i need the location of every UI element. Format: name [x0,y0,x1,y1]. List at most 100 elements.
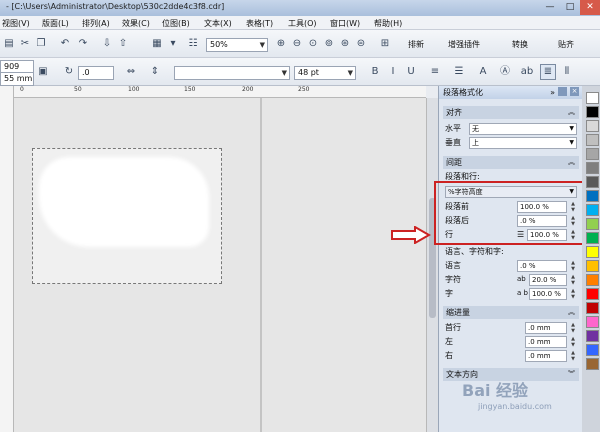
language-field[interactable]: .0 % [517,260,567,272]
color-swatch[interactable] [586,344,599,356]
menu-help[interactable]: 帮助(H) [374,18,402,29]
undo-icon[interactable]: ↶ [58,37,72,51]
spinner-icon[interactable]: ▲ ▼ [569,288,577,300]
watermark-logo: Bai 经验 [462,381,529,400]
color-swatch[interactable] [586,260,599,272]
spinner-icon[interactable]: ▲ ▼ [569,260,577,272]
menu-window[interactable]: 窗口(W) [330,18,360,29]
spinner-icon[interactable]: ▲ ▼ [569,322,577,334]
copy-icon[interactable]: ❐ [34,37,48,51]
menu-text[interactable]: 文本(X) [204,18,232,29]
color-swatch[interactable] [586,232,599,244]
spinner-icon[interactable]: ▲ ▼ [569,336,577,348]
spacing-header-label: 间距 [446,158,462,167]
menu-view[interactable]: 视图(V) [2,18,30,29]
menu-effects[interactable]: 效果(C) [122,18,150,29]
vertical-scrollbar[interactable] [426,98,438,432]
vertical-text-icon[interactable]: ⦀ [560,65,574,79]
redacted-text-object[interactable] [39,157,209,247]
italic-icon[interactable]: I [386,65,400,79]
color-swatch[interactable] [586,176,599,188]
arrange-button[interactable]: 排新 [408,38,424,52]
rotation-field[interactable]: .0 [78,66,114,80]
color-swatch[interactable] [586,106,599,118]
char-field[interactable]: 20.0 % [529,274,567,286]
left-indent-field[interactable]: .0 mm [525,336,567,348]
spinner-icon[interactable]: ▲ ▼ [569,350,577,362]
alignment-section-header[interactable]: 对齐 ︽ [443,106,579,119]
drawing-canvas[interactable] [14,98,426,432]
color-swatch[interactable] [586,330,599,342]
vertical-align-select[interactable]: 上 ▼ [469,137,577,149]
minimize-button[interactable]: — [540,0,560,15]
horizontal-align-select[interactable]: 无 ▼ [469,123,577,135]
zoom-fit-icon[interactable]: ⊙ [306,37,320,51]
page-frame[interactable] [32,148,222,284]
corel-online-icon[interactable]: ☷ [186,37,200,51]
font-size-select[interactable]: 48 pt ▼ [294,66,356,80]
collapse-icon[interactable]: » [550,86,555,99]
snap-to-button[interactable]: 贴齐 [558,38,574,52]
color-swatch[interactable] [586,288,599,300]
alignment-header-label: 对齐 [446,108,462,117]
align-icon[interactable]: ≡ [428,65,442,79]
bold-icon[interactable]: B [368,65,382,79]
bullet-icon[interactable]: ☰ [452,65,466,79]
close-button[interactable]: ✕ [580,0,600,15]
zoom-select[interactable]: 50% ▼ [206,38,268,52]
color-swatch[interactable] [586,274,599,286]
menu-arrange[interactable]: 排列(A) [82,18,110,29]
snap-icon[interactable]: ⊞ [378,37,392,51]
menu-bitmaps[interactable]: 位图(B) [162,18,190,29]
cut-icon[interactable]: ✂ [18,37,32,51]
maximize-button[interactable]: □ [560,0,580,15]
menu-tools[interactable]: 工具(O) [288,18,317,29]
indent-section-header[interactable]: 缩进量 ︽ [443,306,579,319]
zoom-page-icon[interactable]: ⊚ [322,37,336,51]
font-name-select[interactable]: ▼ [174,66,290,80]
menu-table[interactable]: 表格(T) [246,18,273,29]
color-swatch[interactable] [586,204,599,216]
spacing-section-header[interactable]: 间距 ︽ [443,156,579,169]
underline-icon[interactable]: U [404,65,418,79]
zoom-in-icon[interactable]: ⊕ [274,37,288,51]
color-swatch[interactable] [586,358,599,370]
color-swatch[interactable] [586,134,599,146]
mirror-v-icon[interactable]: ⇕ [148,65,162,79]
color-swatch[interactable] [586,246,599,258]
mirror-h-icon[interactable]: ⇔ [124,65,138,79]
edit-text-icon[interactable]: ab [520,65,534,79]
color-swatch[interactable] [586,302,599,314]
spinner-icon[interactable]: ▲ ▼ [569,274,577,286]
redo-icon[interactable]: ↷ [76,37,90,51]
app-launcher-icon[interactable]: ▾ [166,37,180,51]
close-icon[interactable]: × [570,87,579,96]
color-swatch[interactable] [586,316,599,328]
zoom-width-icon[interactable]: ⊛ [338,37,352,51]
drop-cap-icon[interactable]: A [476,65,490,79]
enhance-plugin-button[interactable]: 增强插件 [448,38,480,52]
import-icon[interactable]: ⇩ [100,37,114,51]
right-indent-field[interactable]: .0 mm [525,350,567,362]
height-field[interactable]: 55 mm [0,72,34,86]
zoom-out-icon[interactable]: ⊖ [290,37,304,51]
save-icon[interactable]: ▤ [2,37,16,51]
pin-icon[interactable] [558,87,567,96]
ruler-label: 250 [298,86,310,93]
export-icon[interactable]: ⇧ [116,37,130,51]
color-swatch[interactable] [586,162,599,174]
color-swatch[interactable] [586,92,599,104]
menu-layout[interactable]: 版面(L) [42,18,69,29]
text-props-icon[interactable]: Ⓐ [498,65,512,79]
color-swatch[interactable] [586,148,599,160]
print-icon[interactable]: ▦ [150,37,164,51]
word-field[interactable]: 100.0 % [529,288,567,300]
first-line-field[interactable]: .0 mm [525,322,567,334]
color-swatch[interactable] [586,120,599,132]
color-swatch[interactable] [586,218,599,230]
lock-ratio-icon[interactable]: ▣ [36,65,50,79]
zoom-height-icon[interactable]: ⊜ [354,37,368,51]
convert-button[interactable]: 转换 [512,38,528,52]
horizontal-text-icon[interactable]: ≣ [540,64,556,80]
color-swatch[interactable] [586,190,599,202]
